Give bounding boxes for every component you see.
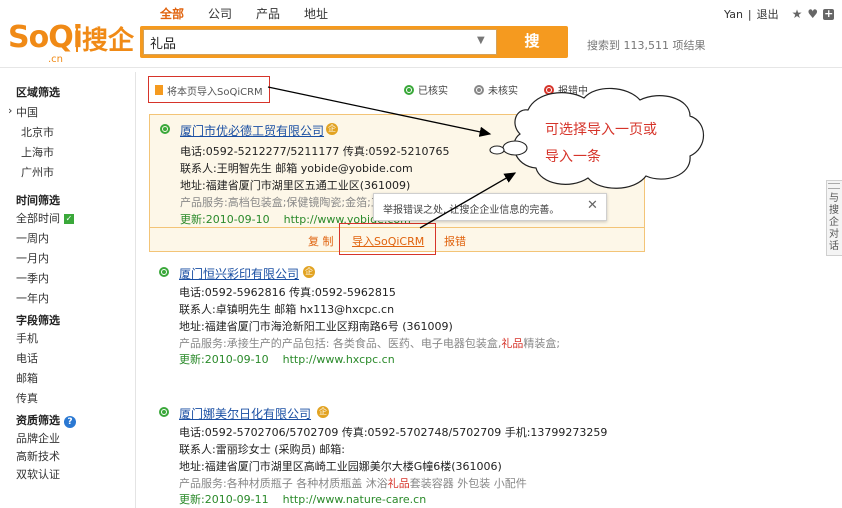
callout-line-2: 导入一条	[545, 149, 601, 165]
annotation-overlay	[267, 86, 704, 229]
callout-bubble-small	[489, 145, 505, 155]
drag-handle-icon	[828, 183, 840, 189]
chat-side-tab[interactable]: 与搜企对话	[826, 180, 842, 256]
callout-bubble-large	[502, 140, 528, 156]
chat-side-tab-label: 与搜企对话	[829, 193, 839, 252]
annotation-arrow-import-page	[267, 86, 492, 137]
annotation-arrow-import-one	[419, 172, 517, 229]
callout-line-1: 可选择导入一页或	[545, 122, 657, 138]
